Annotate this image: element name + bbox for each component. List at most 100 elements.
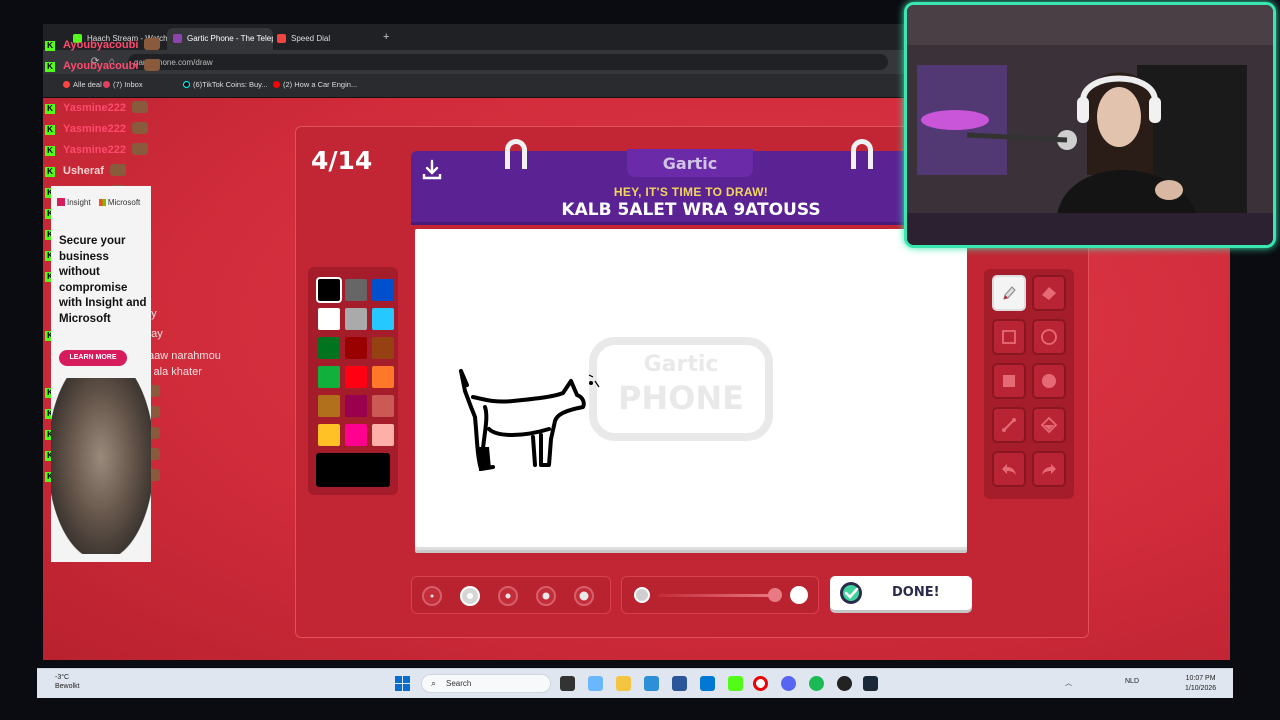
- line-tool[interactable]: [992, 407, 1026, 443]
- fill-bucket-tool[interactable]: [1032, 407, 1066, 443]
- brush-size-2[interactable]: [460, 586, 480, 606]
- gartic-logo: Gartic: [627, 149, 753, 177]
- brush-size-3[interactable]: [498, 586, 518, 606]
- color-swatch[interactable]: [345, 424, 367, 446]
- weather-temp: -3°C: [55, 674, 70, 681]
- language-indicator[interactable]: NLD: [1125, 678, 1139, 685]
- color-swatch[interactable]: [345, 308, 367, 330]
- line-icon: [1002, 418, 1016, 432]
- color-swatch[interactable]: [372, 308, 394, 330]
- kick-badge-icon: K: [45, 104, 55, 114]
- download-icon[interactable]: [421, 159, 443, 181]
- steam-icon[interactable]: [863, 676, 878, 691]
- fill-bucket-icon: [1040, 416, 1058, 434]
- color-swatch[interactable]: [372, 337, 394, 359]
- color-swatch[interactable]: [372, 395, 394, 417]
- round-counter: 4/14: [311, 146, 373, 175]
- circle-fill-tool[interactable]: [1032, 363, 1066, 399]
- ad-brand: Insight Microsoft: [57, 198, 140, 207]
- webcam-feed: [907, 5, 1273, 215]
- opacity-handle[interactable]: [768, 588, 782, 602]
- tray-overflow-icon[interactable]: ︿: [1065, 678, 1072, 688]
- color-swatch[interactable]: [372, 366, 394, 388]
- outlook-icon[interactable]: [700, 676, 715, 691]
- color-swatch[interactable]: [345, 395, 367, 417]
- brush-size-5[interactable]: [574, 586, 594, 606]
- color-swatch[interactable]: [316, 277, 342, 303]
- brush-size-bar: [411, 576, 611, 614]
- tab-label: Speed Dial: [291, 34, 331, 43]
- undo-tool[interactable]: [992, 451, 1026, 487]
- kick-badge-icon: K: [45, 41, 55, 51]
- rectangle-outline-tool[interactable]: [992, 319, 1026, 355]
- obs-icon[interactable]: [837, 676, 852, 691]
- undo-icon: [1002, 464, 1016, 475]
- drawing-canvas[interactable]: Gartic PHONE: [415, 229, 967, 547]
- taskbar-search[interactable]: ⌕ Search: [421, 674, 551, 693]
- color-swatch[interactable]: [372, 424, 394, 446]
- color-swatch[interactable]: [345, 279, 367, 301]
- tab-speed-dial[interactable]: Speed Dial: [271, 28, 367, 50]
- color-swatch[interactable]: [318, 366, 340, 388]
- chat-message: taaw narahmou: [145, 350, 221, 362]
- color-swatch[interactable]: [345, 366, 367, 388]
- done-button[interactable]: DONE!: [830, 576, 972, 610]
- kick-app-icon[interactable]: [728, 676, 743, 691]
- weather-widget[interactable]: -3°C Bewolkt: [55, 673, 80, 691]
- selected-color-preview: [316, 453, 390, 487]
- circle-outline-tool[interactable]: [1032, 319, 1066, 355]
- bookmark-item[interactable]: (2) How a Car Engin...: [273, 80, 357, 89]
- brush-size-4[interactable]: [536, 586, 556, 606]
- chat-username: Yasmine222: [63, 144, 126, 156]
- task-view-icon[interactable]: [560, 676, 575, 691]
- opera-icon[interactable]: [753, 676, 768, 691]
- opacity-slider[interactable]: [621, 576, 819, 614]
- eraser-icon: [1042, 287, 1056, 300]
- chat-username: Yasmine222: [63, 102, 126, 114]
- windows-taskbar: -3°C Bewolkt ⌕ Search ︿ NLD 10:07 PM 1/1…: [37, 668, 1233, 698]
- color-swatch[interactable]: [372, 279, 394, 301]
- new-tab-button[interactable]: +: [383, 31, 389, 43]
- pen-tool[interactable]: [992, 275, 1026, 311]
- sidebar-ad: Insight Microsoft Secure your business w…: [51, 186, 151, 562]
- tool-panel: [984, 269, 1074, 499]
- color-swatch[interactable]: [345, 337, 367, 359]
- rectangle-outline-icon: [1002, 330, 1016, 344]
- chat-line: K Usheraf: [45, 164, 126, 177]
- done-label: DONE!: [892, 585, 940, 600]
- chat-line: K Yasmine222: [45, 143, 148, 156]
- speed-dial-icon: [277, 34, 286, 43]
- weather-condition: Bewolkt: [55, 683, 80, 690]
- eraser-tool[interactable]: [1032, 275, 1066, 311]
- rectangle-fill-tool[interactable]: [992, 363, 1026, 399]
- brush-size-1[interactable]: [422, 586, 442, 606]
- color-swatch[interactable]: [318, 337, 340, 359]
- taskbar-clock[interactable]: 10:07 PM 1/10/2026: [1185, 674, 1216, 694]
- ad-learn-more-button[interactable]: LEARN MORE: [59, 350, 127, 366]
- redo-tool[interactable]: [1032, 451, 1066, 487]
- kick-badge-icon: K: [45, 125, 55, 135]
- user-drawing: [459, 369, 600, 471]
- color-swatch[interactable]: [318, 308, 340, 330]
- check-icon: [840, 582, 862, 604]
- insight-logo-icon: [57, 198, 65, 206]
- opacity-max-indicator: [790, 586, 808, 604]
- chat-line: K Ayoubyacoubi: [45, 59, 161, 72]
- copilot-icon[interactable]: [588, 676, 603, 691]
- search-placeholder: Search: [446, 679, 472, 688]
- webcam-bottom-bar: [907, 213, 1273, 245]
- edge-icon[interactable]: [644, 676, 659, 691]
- store-icon[interactable]: [672, 676, 687, 691]
- color-swatch[interactable]: [318, 424, 340, 446]
- file-explorer-icon[interactable]: [616, 676, 631, 691]
- chat-line: K Yasmine222: [45, 101, 148, 114]
- binder-ring: [505, 139, 527, 169]
- spotify-icon[interactable]: [809, 676, 824, 691]
- chat-username: Ayoubyacoubi: [63, 39, 139, 51]
- discord-icon[interactable]: [781, 676, 796, 691]
- ad-brand-insight: Insight: [67, 198, 91, 207]
- windows-start-icon[interactable]: [395, 676, 410, 691]
- color-swatch[interactable]: [318, 395, 340, 417]
- opacity-track: [658, 594, 778, 597]
- search-icon: ⌕: [431, 678, 437, 688]
